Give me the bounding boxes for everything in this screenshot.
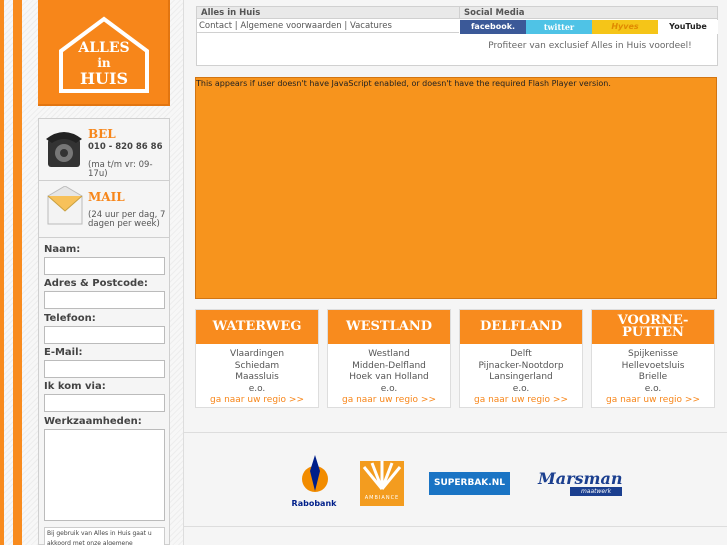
rabobank-text: Rabobank [291, 499, 337, 508]
company-heading: Alles in Huis [197, 7, 459, 19]
main-content: Alles in Huis Social Media Contact | Alg… [183, 0, 727, 545]
contact-link[interactable]: Contact [199, 21, 232, 31]
left-stripe [13, 0, 22, 545]
house-logo-icon: ALLES in HUIS [59, 16, 149, 93]
region-card-westland[interactable]: WESTLAND Westland Midden-Delfland Hoek v… [327, 309, 451, 408]
town: Spijkenisse [628, 349, 678, 359]
ambiance-logo[interactable]: AMBIANCE [360, 461, 404, 506]
terms-link[interactable]: Algemene voorwaarden [240, 21, 341, 31]
address-input[interactable] [44, 291, 165, 309]
region-towns: Spijkenisse Hellevoetsluis Brielle e.o. … [592, 349, 714, 407]
name-input[interactable] [44, 257, 165, 275]
town: e.o. [380, 383, 398, 394]
promo-text: Profiteer van exclusief Alles in Huis vo… [488, 41, 692, 51]
facebook-button[interactable]: facebook. [460, 20, 526, 34]
partner-logos: Rabobank AMBIANCE SUPERBAK.NL Marsman ma… [184, 432, 727, 527]
region-card-delfland[interactable]: DELFLAND Delft Pijnacker-Nootdorp Lansin… [459, 309, 583, 408]
region-title[interactable]: WATERWEG [196, 310, 318, 344]
mail-section: MAIL (24 uur per dag, 7 dagen per week) [39, 181, 169, 238]
mail-note: (24 uur per dag, 7 dagen per week) [88, 210, 166, 229]
form-footer-note: Bij gebruik van Alles in Huis gaat u akk… [44, 527, 165, 545]
region-title[interactable]: DELFLAND [460, 310, 582, 344]
rabobank-logo[interactable]: Rabobank [288, 453, 340, 513]
work-label: Werkzaamheden: [44, 416, 142, 427]
email-label: E-Mail: [44, 347, 83, 358]
region-link[interactable]: ga naar uw regio >> [328, 395, 450, 407]
region-link[interactable]: ga naar uw regio >> [196, 395, 318, 407]
ambiance-sun-icon [362, 461, 402, 490]
rabobank-emblem-icon [302, 455, 328, 492]
town: Westland [368, 349, 410, 359]
town: e.o. [644, 383, 662, 394]
town: Midden-Delfland [352, 360, 426, 371]
marsman-subtext: maatwerk [570, 487, 622, 496]
mail-heading[interactable]: MAIL [88, 190, 125, 204]
footer-links: Contact | Algemene voorwaarden | Vacatur… [197, 20, 459, 33]
region-towns: Vlaardingen Schiedam Maassluis e.o. ga n… [196, 349, 318, 407]
via-label: Ik kom via: [44, 381, 106, 392]
town: Maassluis [235, 372, 279, 382]
town: Hellevoetsluis [621, 360, 685, 371]
town: Delft [510, 349, 532, 359]
hyves-button[interactable]: Hyves [592, 20, 658, 34]
logo-line-1: ALLES [77, 40, 129, 56]
town: e.o. [512, 383, 530, 394]
phone-number[interactable]: 010 - 820 86 86 [88, 142, 163, 152]
contact-panel: BEL 010 - 820 86 86 (ma t/m vr: 09-17u) … [38, 118, 170, 545]
phone-hours: (ma t/m vr: 09-17u) [88, 160, 153, 179]
region-link[interactable]: ga naar uw regio >> [460, 395, 582, 407]
marsman-logo[interactable]: Marsman maatwerk [534, 469, 624, 496]
phone-input[interactable] [44, 326, 165, 344]
logo-line-2: in [97, 56, 111, 70]
social-heading: Social Media [459, 7, 717, 19]
region-card-waterweg[interactable]: WATERWEG Vlaardingen Schiedam Maassluis … [195, 309, 319, 408]
left-stripe [0, 0, 4, 545]
town: e.o. [248, 383, 266, 394]
town: Brielle [638, 372, 668, 382]
twitter-button[interactable]: twitter [526, 20, 592, 34]
region-title[interactable]: VOORNE-PUTTEN [592, 310, 714, 344]
flash-placeholder: This appears if user doesn't have JavaSc… [195, 77, 717, 299]
ambiance-text: AMBIANCE [364, 495, 400, 501]
marsman-text: Marsman [538, 469, 623, 488]
town: Hoek van Holland [349, 372, 429, 382]
region-card-voorne-putten[interactable]: VOORNE-PUTTEN Spijkenisse Hellevoetsluis… [591, 309, 715, 408]
region-towns: Westland Midden-Delfland Hoek van Hollan… [328, 349, 450, 407]
name-label: Naam: [44, 244, 81, 255]
link-separator: | [341, 21, 350, 31]
town: Schiedam [234, 360, 280, 371]
region-title[interactable]: WESTLAND [328, 310, 450, 344]
region-link[interactable]: ga naar uw regio >> [592, 395, 714, 407]
site-logo[interactable]: ALLES in HUIS [38, 0, 170, 106]
vacancies-link[interactable]: Vacatures [350, 21, 392, 31]
telephone-icon [46, 132, 82, 167]
address-label: Adres & Postcode: [44, 278, 148, 289]
envelope-icon [47, 186, 83, 225]
town: Pijnacker-Nootdorp [478, 360, 564, 371]
email-input[interactable] [44, 360, 165, 378]
superbak-logo[interactable]: SUPERBAK.NL [429, 472, 510, 495]
via-input[interactable] [44, 394, 165, 412]
work-textarea[interactable] [44, 429, 165, 521]
town: Vlaardingen [229, 349, 285, 359]
top-info-box: Alles in Huis Social Media Contact | Alg… [196, 6, 718, 66]
bel-heading: BEL [88, 127, 116, 141]
phone-label: Telefoon: [44, 313, 96, 324]
youtube-button[interactable]: YouTube [658, 20, 718, 34]
town: Lansingerland [489, 372, 553, 382]
logo-line-3: HUIS [80, 69, 128, 88]
phone-section: BEL 010 - 820 86 86 (ma t/m vr: 09-17u) [39, 119, 169, 181]
region-towns: Delft Pijnacker-Nootdorp Lansingerland e… [460, 349, 582, 407]
